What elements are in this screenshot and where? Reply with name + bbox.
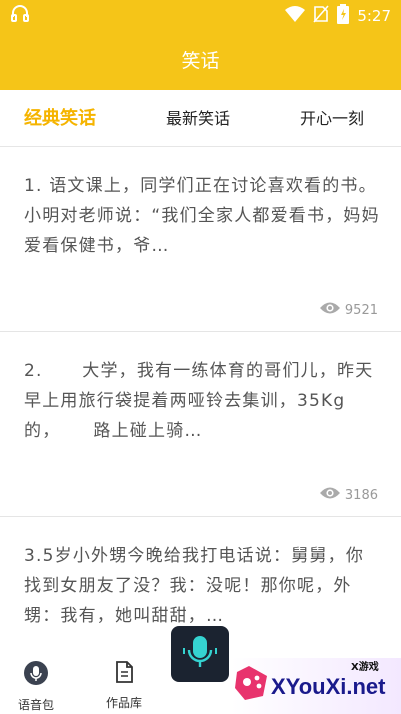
tab-bar: 经典笑话 最新笑话 开心一刻 (0, 90, 401, 147)
gamepad-logo-icon (233, 662, 271, 706)
watermark-site-text: XYouXi.net (271, 674, 386, 699)
battery-icon (337, 4, 350, 28)
joke-text: 1. 语文课上，同学们正在讨论喜欢看的书。 小明对老师说：“我们全家人都爱看书，… (24, 176, 384, 256)
tab-happy-moment[interactable]: 开心一刻 (300, 90, 364, 146)
mic-circle-icon (23, 660, 49, 690)
eye-icon (319, 301, 341, 319)
joke-list-item[interactable]: 3.5岁小外甥今晚给我打电话说：舅舅，你找到女朋友了没？我：没呢！那你呢，外甥：… (0, 517, 401, 638)
record-button[interactable] (171, 626, 229, 682)
wifi-icon (285, 6, 306, 26)
document-icon (113, 660, 135, 688)
eye-icon (319, 486, 341, 504)
view-count: 9521 (319, 301, 378, 319)
view-count-value: 9521 (344, 302, 378, 318)
microphone-icon (180, 632, 220, 676)
headset-icon (10, 5, 30, 27)
joke-text: 3.5岁小外甥今晚给我打电话说：舅舅，你找到女朋友了没？我：没呢！那你呢，外甥：… (24, 546, 365, 626)
view-count: 3186 (319, 486, 378, 504)
joke-text: 2. 大学，我有一练体育的哥们儿，昨天早上用旅行袋提着两哑铃去集训，35Kg的，… (24, 361, 374, 441)
page-title: 笑话 (181, 49, 220, 72)
joke-list-item[interactable]: 1. 语文课上，同学们正在讨论喜欢看的书。 小明对老师说：“我们全家人都爱看书，… (0, 147, 401, 332)
nav-works-library[interactable]: 作品库 (106, 660, 142, 711)
watermark: X游戏 XYouXi.net (231, 658, 401, 714)
nav-voice-pack[interactable]: 语音包 (18, 660, 54, 713)
status-time: 5:27 (357, 7, 391, 25)
nav-label: 语音包 (18, 698, 55, 712)
tab-classic-jokes[interactable]: 经典笑话 (24, 90, 96, 146)
view-count-value: 3186 (344, 487, 378, 503)
watermark-small-text: X游戏 (351, 662, 379, 673)
tab-latest-jokes[interactable]: 最新笑话 (166, 90, 230, 146)
joke-list-item[interactable]: 2. 大学，我有一练体育的哥们儿，昨天早上用旅行袋提着两哑铃去集训，35Kg的，… (0, 332, 401, 517)
nav-label: 作品库 (106, 696, 143, 710)
title-bar: 笑话 (0, 28, 401, 90)
no-sim-icon (313, 5, 329, 27)
status-bar: 5:27 (0, 0, 401, 28)
